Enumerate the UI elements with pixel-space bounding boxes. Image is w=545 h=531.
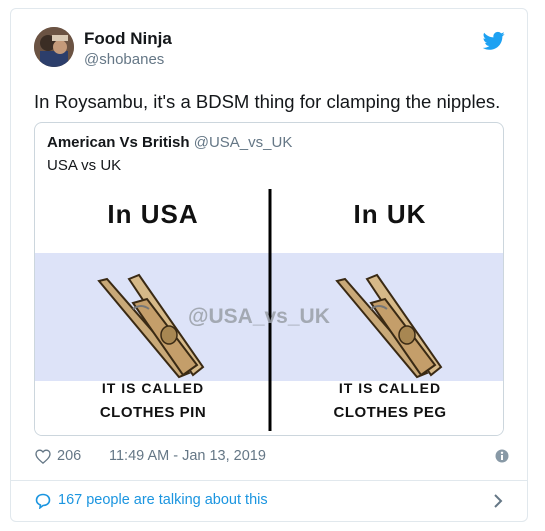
info-icon[interactable]	[495, 449, 509, 463]
quote-author-name: American Vs British	[47, 134, 190, 151]
heart-icon[interactable]	[35, 449, 51, 464]
meme-left-called: IT IS CALLED	[101, 380, 205, 396]
tweet-timestamp[interactable]: 11:49 AM - Jan 13, 2019	[109, 448, 266, 464]
quoted-tweet[interactable]: American Vs British @USA_vs_UK USA vs UK	[34, 122, 504, 436]
meme-right-name: CLOTHES PEG	[333, 404, 447, 421]
author-block[interactable]: Food Ninja @shobanes	[84, 28, 172, 70]
avatar[interactable]	[34, 27, 74, 67]
quote-header: American Vs British @USA_vs_UK	[47, 133, 292, 153]
speech-bubble-icon	[35, 493, 51, 509]
tweet-card: Food Ninja @shobanes In Roysambu, it's a…	[10, 8, 528, 522]
author-name[interactable]: Food Ninja	[84, 28, 172, 50]
conversation-text[interactable]: 167 people are talking about this	[58, 492, 268, 508]
author-handle[interactable]: @shobanes	[84, 50, 172, 70]
quote-text: USA vs UK	[47, 157, 122, 174]
meme-watermark: @USA_vs_UK	[188, 305, 330, 328]
meme-left-title: In USA	[107, 199, 199, 229]
tweet-actions: 206 11:49 AM - Jan 13, 2019	[34, 446, 509, 468]
chevron-right-icon[interactable]	[492, 493, 504, 509]
meme-image[interactable]: In USA In UK @USA_vs_UK IT IS CALLED IT …	[35, 187, 503, 435]
meme-right-title: In UK	[353, 199, 427, 229]
twitter-bird-icon[interactable]	[483, 31, 505, 51]
meme-left-name: CLOTHES PIN	[99, 404, 207, 421]
quote-author-handle: @USA_vs_UK	[193, 134, 293, 151]
tweet-text: In Roysambu, it's a BDSM thing for clamp…	[34, 91, 501, 112]
meme-right-called: IT IS CALLED	[338, 380, 442, 396]
conversation-link[interactable]: 167 people are talking about this	[11, 481, 527, 521]
like-count[interactable]: 206	[57, 448, 81, 464]
